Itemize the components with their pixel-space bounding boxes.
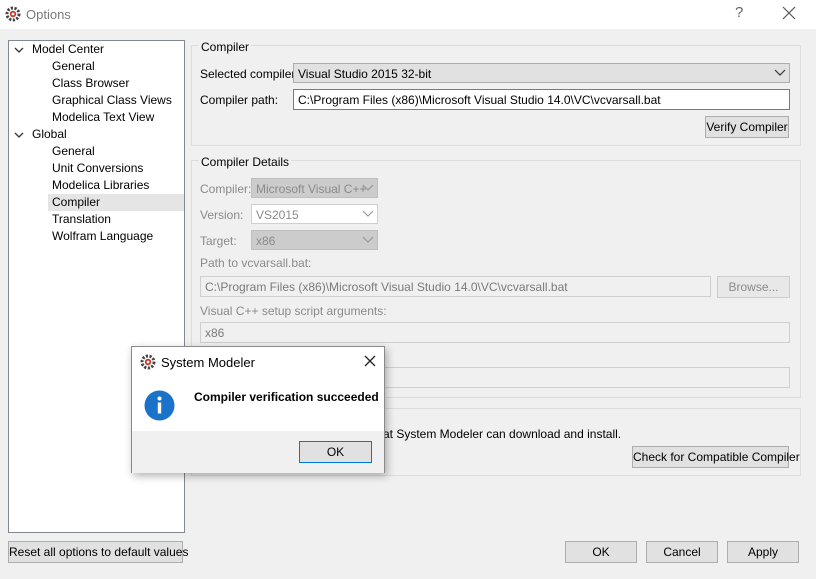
check-compatible-compiler-button[interactable]: Check for Compatible Compiler	[632, 446, 800, 468]
title-bar: Options ?	[0, 0, 816, 29]
details-target-select[interactable]: x86	[251, 230, 378, 250]
tree-item-unit-conversions[interactable]: Unit Conversions	[52, 160, 143, 177]
details-version-select[interactable]: VS2015	[251, 204, 378, 224]
browse-button[interactable]: Browse...	[717, 276, 790, 298]
chevron-down-icon[interactable]	[14, 130, 24, 140]
close-icon[interactable]	[778, 2, 800, 24]
dialog-message: Compiler verification succeeded	[194, 390, 379, 404]
apply-button[interactable]: Apply	[727, 541, 799, 563]
compiler-group-title: Compiler	[199, 40, 252, 54]
tree-item-global-general[interactable]: General	[52, 143, 95, 160]
compatible-compiler-text: at System Modeler can download and insta…	[383, 427, 622, 441]
tree-item-class-browser[interactable]: Class Browser	[52, 75, 129, 92]
cancel-button[interactable]: Cancel	[646, 541, 718, 563]
details-compiler-value: Microsoft Visual C++	[256, 182, 367, 196]
dialog-title: System Modeler	[161, 355, 255, 370]
tree-item-modelica-libraries[interactable]: Modelica Libraries	[52, 177, 149, 194]
selected-compiler-value: Visual Studio 2015 32-bit	[298, 67, 432, 81]
compiler-path-label: Compiler path:	[200, 93, 279, 107]
system-modeler-dialog: System Modeler Compiler verification suc…	[131, 346, 385, 473]
selected-compiler-label: Selected compiler:	[200, 67, 299, 81]
chevron-down-icon	[774, 69, 786, 76]
tree-item-wolfram-language[interactable]: Wolfram Language	[52, 228, 153, 245]
setup-args-input[interactable]: x86	[200, 322, 790, 343]
reset-defaults-button[interactable]: Reset all options to default values	[8, 541, 188, 563]
help-button[interactable]: ?	[735, 4, 743, 21]
chevron-down-icon[interactable]	[14, 45, 24, 55]
details-target-value: x86	[256, 234, 276, 248]
vcvarsall-path-label: Path to vcvarsall.bat:	[200, 256, 312, 270]
tree-item-global[interactable]: Global	[32, 126, 67, 143]
dialog-footer: OK	[132, 431, 384, 473]
details-version-value: VS2015	[256, 208, 299, 222]
details-version-label: Version:	[200, 208, 244, 222]
dialog-ok-button[interactable]: OK	[299, 441, 372, 463]
tree-item-graphical-class-views[interactable]: Graphical Class Views	[52, 92, 172, 109]
tree-item-compiler[interactable]: Compiler	[48, 194, 184, 211]
ok-button[interactable]: OK	[565, 541, 637, 563]
tree-item-model-center[interactable]: Model Center	[32, 41, 104, 58]
details-target-label: Target:	[200, 234, 237, 248]
verify-compiler-button[interactable]: Verify Compiler	[705, 116, 789, 138]
setup-args-label: Visual C++ setup script arguments:	[200, 304, 387, 318]
vcvarsall-path-input[interactable]: C:\Program Files (x86)\Microsoft Visual …	[200, 276, 711, 297]
chevron-down-icon	[362, 236, 374, 243]
options-window: Options ? Model Center General Class Bro…	[0, 0, 816, 579]
selected-compiler-select[interactable]: Visual Studio 2015 32-bit	[293, 63, 790, 83]
tree-item-modelica-text-view[interactable]: Modelica Text View	[52, 109, 154, 126]
close-icon[interactable]	[362, 353, 378, 369]
window-title: Options	[26, 7, 71, 22]
info-icon	[144, 390, 175, 421]
gear-icon	[140, 354, 156, 370]
tree-item-translation[interactable]: Translation	[52, 211, 111, 228]
compiler-path-input[interactable]: C:\Program Files (x86)\Microsoft Visual …	[293, 89, 790, 110]
details-compiler-select[interactable]: Microsoft Visual C++	[251, 178, 378, 198]
details-compiler-label: Compiler:	[200, 182, 252, 196]
chevron-down-icon	[362, 210, 374, 217]
chevron-down-icon	[362, 184, 374, 191]
tree-item-model-center-general[interactable]: General	[52, 58, 95, 75]
compiler-details-title: Compiler Details	[199, 155, 292, 169]
gear-icon	[5, 6, 21, 22]
